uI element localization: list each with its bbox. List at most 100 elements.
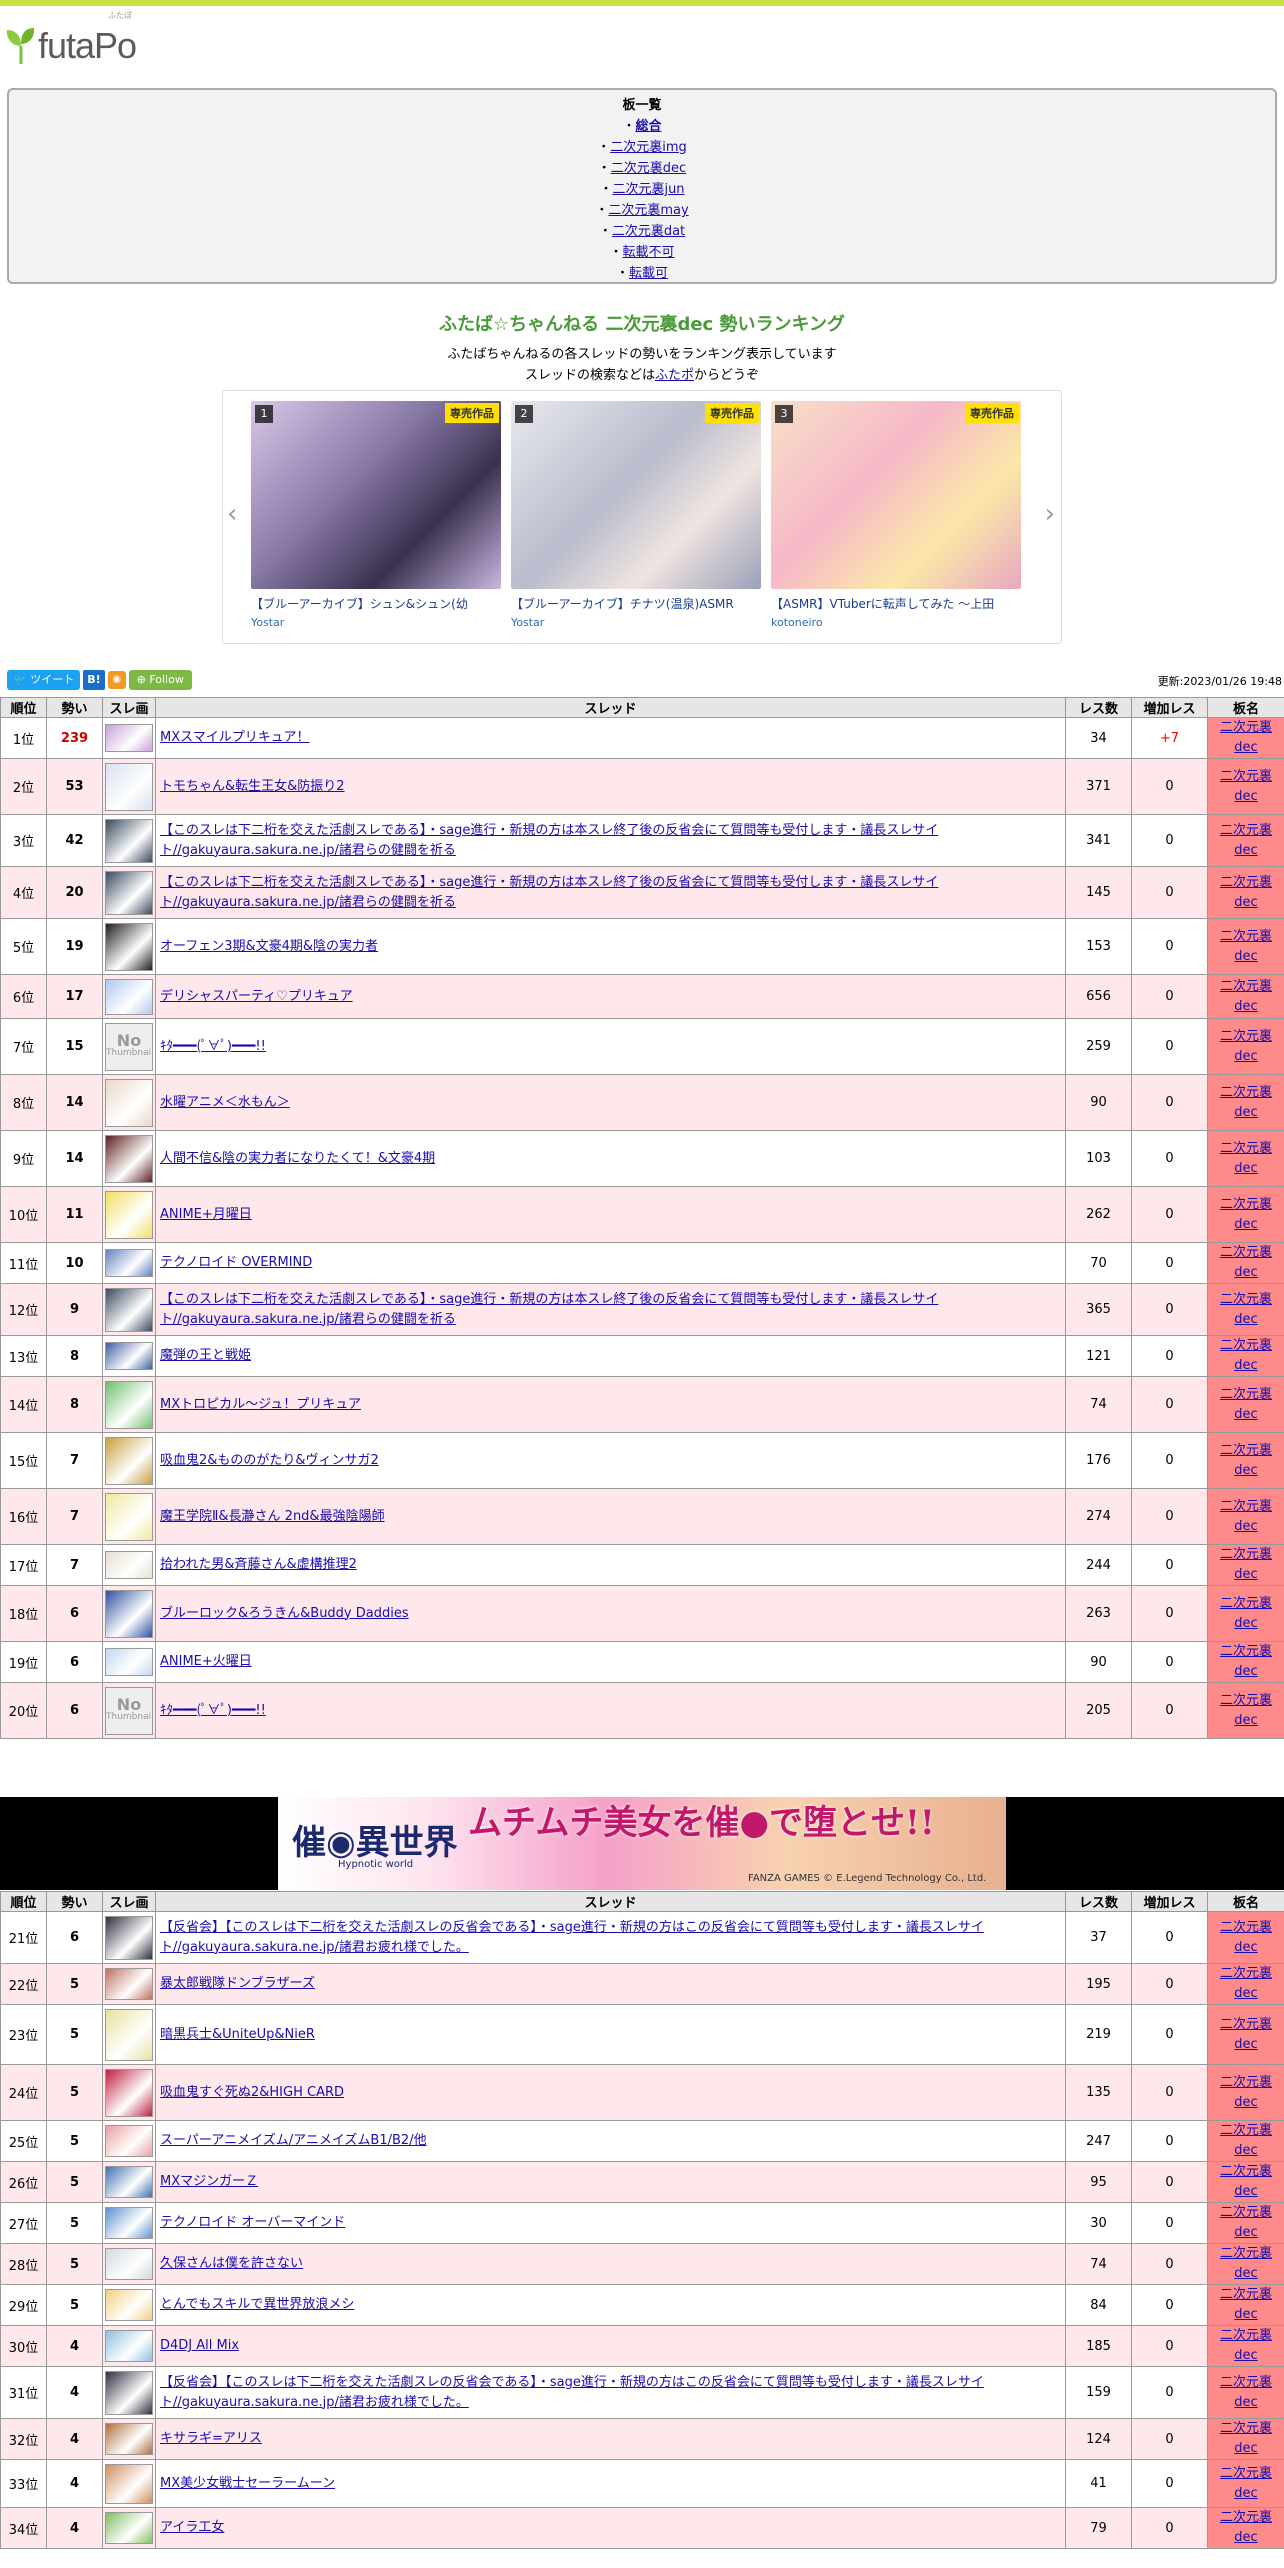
product-maker[interactable]: Yostar xyxy=(511,616,761,629)
follow-button[interactable]: ⊕ Follow xyxy=(128,670,192,690)
thread-link[interactable]: ANIME+月曜日 xyxy=(160,1207,252,1222)
thread-link[interactable]: デリシャスパーティ♡プリキュア xyxy=(160,989,353,1004)
thread-thumbnail[interactable] xyxy=(105,1190,153,1239)
thread-link[interactable]: 吸血鬼すぐ死ぬ2&HIGH CARD xyxy=(160,2085,344,2100)
thread-thumbnail[interactable] xyxy=(105,1968,153,2000)
thread-thumbnail[interactable] xyxy=(105,1648,153,1676)
board-name-link[interactable]: 二次元裏 dec xyxy=(1220,2375,1272,2410)
board-name-link[interactable]: 二次元裏 dec xyxy=(1220,2123,1272,2158)
board-name-link[interactable]: 二次元裏 dec xyxy=(1220,2164,1272,2199)
thread-thumbnail[interactable] xyxy=(105,2370,153,2415)
thread-thumbnail[interactable] xyxy=(105,2330,153,2362)
product-name[interactable]: 【ブルーアーカイブ】チナツ(温泉)ASMR xyxy=(511,595,761,612)
board-link[interactable]: 二次元裏img xyxy=(610,140,687,155)
thread-link[interactable]: 魔弾の王と戦姫 xyxy=(160,1348,251,1363)
thread-thumbnail[interactable] xyxy=(105,1380,153,1429)
board-name-link[interactable]: 二次元裏 dec xyxy=(1220,1141,1272,1176)
thread-thumbnail[interactable] xyxy=(105,818,153,863)
board-name-link[interactable]: 二次元裏 dec xyxy=(1220,1197,1272,1232)
board-name-link[interactable]: 二次元裏 dec xyxy=(1220,1029,1272,1064)
board-name-link[interactable]: 二次元裏 dec xyxy=(1220,2246,1272,2281)
board-name-link[interactable]: 二次元裏 dec xyxy=(1220,1966,1272,2001)
thread-thumbnail[interactable] xyxy=(105,2207,153,2239)
thread-link[interactable]: スーパーアニメイズム/アニメイズムB1/B2/他 xyxy=(160,2133,427,2148)
thread-thumbnail[interactable] xyxy=(105,762,153,811)
thread-link[interactable]: テクノロイド オーバーマインド xyxy=(160,2215,345,2230)
no-thumbnail[interactable]: No Thumbnail xyxy=(105,1022,154,1071)
thread-thumbnail[interactable] xyxy=(105,1249,153,1277)
thread-thumbnail[interactable] xyxy=(105,870,153,915)
site-logo[interactable]: futaPo xyxy=(6,24,137,66)
carousel-next-icon[interactable]: › xyxy=(1045,499,1055,529)
board-link[interactable]: 二次元裏dec xyxy=(611,161,686,176)
board-name-link[interactable]: 二次元裏 dec xyxy=(1220,929,1272,964)
board-name-link[interactable]: 二次元裏 dec xyxy=(1220,1245,1272,1280)
thread-link[interactable]: MXトロピカル～ジュ！プリキュア xyxy=(160,1397,361,1412)
hatena-bookmark-button[interactable]: B! xyxy=(83,670,105,690)
thread-thumbnail[interactable] xyxy=(105,1287,153,1332)
carousel-prev-icon[interactable]: ‹ xyxy=(227,499,237,529)
thread-link[interactable]: 水曜アニメ＜水もん＞ xyxy=(160,1095,290,1110)
tweet-button[interactable]: 🐦 ツイート xyxy=(7,670,81,690)
thread-thumbnail[interactable] xyxy=(105,2289,153,2321)
board-name-link[interactable]: 二次元裏 dec xyxy=(1220,2017,1272,2052)
thread-link[interactable]: キサラギ=アリス xyxy=(160,2431,262,2446)
thread-link[interactable]: ｷﾀ━━━(ﾟ∀ﾟ)━━━!! xyxy=(160,1039,266,1054)
board-name-link[interactable]: 二次元裏 dec xyxy=(1220,1443,1272,1478)
thread-link[interactable]: 魔王学院Ⅱ&長瀞さん 2nd&最強陰陽師 xyxy=(160,1509,385,1524)
thread-link[interactable]: 【このスレは下二桁を交えた活劇スレである】・sage進行・新規の方は本スレ終了後… xyxy=(160,1292,938,1327)
thread-thumbnail[interactable] xyxy=(105,2125,153,2157)
board-name-link[interactable]: 二次元裏 dec xyxy=(1220,1292,1272,1327)
board-name-link[interactable]: 二次元裏 dec xyxy=(1220,2510,1272,2545)
board-name-link[interactable]: 二次元裏 dec xyxy=(1220,875,1272,910)
thread-link[interactable]: MXマジンガーＺ xyxy=(160,2174,258,2189)
thread-thumbnail[interactable] xyxy=(105,1589,153,1638)
thread-thumbnail[interactable] xyxy=(105,2512,153,2544)
thread-link[interactable]: テクノロイド OVERMIND xyxy=(160,1255,312,1270)
board-link[interactable]: 転載可 xyxy=(629,266,668,281)
thread-link[interactable]: トモちゃん&転生王女&防振り2 xyxy=(160,779,345,794)
board-name-link[interactable]: 二次元裏 dec xyxy=(1220,2287,1272,2322)
board-link[interactable]: 総合 xyxy=(636,119,662,134)
thread-link[interactable]: MX美少女戦士セーラームーン xyxy=(160,2476,335,2491)
thread-link[interactable]: ブルーロック&ろうきん&Buddy Daddies xyxy=(160,1606,409,1621)
thread-link[interactable]: 久保さんは僕を許さない xyxy=(160,2256,303,2271)
board-name-link[interactable]: 二次元裏 dec xyxy=(1220,1693,1272,1728)
board-name-link[interactable]: 二次元裏 dec xyxy=(1220,1596,1272,1631)
thread-link[interactable]: 【このスレは下二桁を交えた活劇スレである】・sage進行・新規の方は本スレ終了後… xyxy=(160,823,938,858)
thread-thumbnail[interactable] xyxy=(105,1492,153,1541)
product-name[interactable]: 【ブルーアーカイブ】シュン&シュン(幼 xyxy=(251,595,501,612)
board-name-link[interactable]: 二次元裏 dec xyxy=(1220,979,1272,1014)
ad-banner[interactable]: 催◉異世界 Hypnotic world ムチムチ美女を催●で堕とせ!! FAN… xyxy=(278,1797,1006,1890)
carousel-item[interactable]: 1 専売作品 【ブルーアーカイブ】シュン&シュン(幼 Yostar xyxy=(251,401,501,629)
product-image[interactable]: 1 専売作品 xyxy=(251,401,501,589)
thread-thumbnail[interactable] xyxy=(105,2166,153,2198)
board-name-link[interactable]: 二次元裏 dec xyxy=(1220,823,1272,858)
board-name-link[interactable]: 二次元裏 dec xyxy=(1220,2075,1272,2110)
thread-thumbnail[interactable] xyxy=(105,1551,153,1579)
thread-thumbnail[interactable] xyxy=(105,2008,153,2061)
thread-link[interactable]: 【反省会】【このスレは下二桁を交えた活劇スレの反省会である】・sage進行・新規… xyxy=(160,2375,984,2410)
board-name-link[interactable]: 二次元裏 dec xyxy=(1220,1644,1272,1679)
thread-thumbnail[interactable] xyxy=(105,978,153,1015)
thread-link[interactable]: ｷﾀ━━━(ﾟ∀ﾟ)━━━!! xyxy=(160,1703,266,1718)
thread-thumbnail[interactable] xyxy=(105,1078,153,1127)
board-name-link[interactable]: 二次元裏 dec xyxy=(1220,720,1272,755)
board-name-link[interactable]: 二次元裏 dec xyxy=(1220,2328,1272,2363)
rss-icon[interactable]: ◉ xyxy=(107,671,126,689)
thread-link[interactable]: アイラ工女 xyxy=(160,2520,224,2535)
carousel-item[interactable]: 2 専売作品 【ブルーアーカイブ】チナツ(温泉)ASMR Yostar xyxy=(511,401,761,629)
board-name-link[interactable]: 二次元裏 dec xyxy=(1220,1920,1272,1955)
thread-thumbnail[interactable] xyxy=(105,1134,153,1183)
thread-thumbnail[interactable] xyxy=(105,724,153,752)
thread-thumbnail[interactable] xyxy=(105,2463,153,2504)
product-image[interactable]: 3 専売作品 xyxy=(771,401,1021,589)
thread-thumbnail[interactable] xyxy=(105,1342,153,1370)
thread-link[interactable]: 吸血鬼2&もののがたり&ヴィンサガ2 xyxy=(160,1453,379,1468)
thread-link[interactable]: オーフェン3期&文豪4期&陰の実力者 xyxy=(160,939,378,954)
thread-link[interactable]: 暗黒兵士&UniteUp&NieR xyxy=(160,2027,315,2042)
board-name-link[interactable]: 二次元裏 dec xyxy=(1220,1085,1272,1120)
board-link[interactable]: 二次元裏jun xyxy=(612,182,684,197)
no-thumbnail[interactable]: No Thumbnail xyxy=(105,1686,154,1735)
product-maker[interactable]: kotoneiro xyxy=(771,616,1021,629)
